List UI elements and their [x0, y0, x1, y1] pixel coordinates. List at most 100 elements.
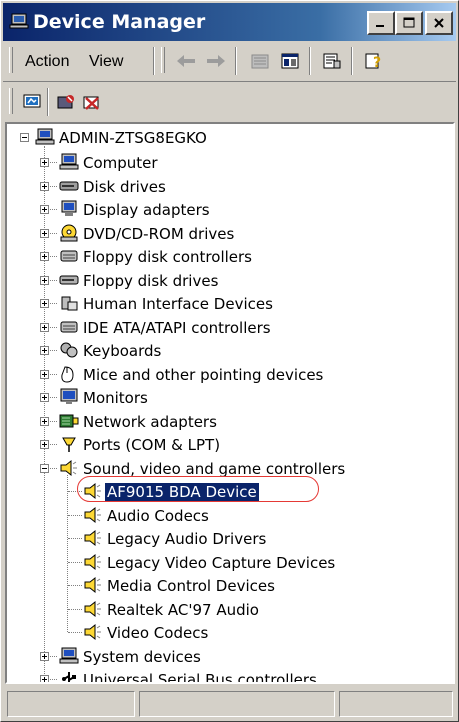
display-adapter-icon — [61, 200, 77, 216]
close-button[interactable] — [425, 11, 453, 35]
category-label[interactable]: Monitors — [83, 389, 148, 407]
device-label[interactable]: Video Codecs — [107, 624, 208, 642]
category-label[interactable]: System devices — [83, 648, 201, 666]
root-collapse-toggle[interactable] — [20, 133, 29, 142]
dvd-drive-icon — [60, 224, 78, 242]
computer-icon — [59, 153, 79, 170]
toolbar-grip[interactable] — [9, 47, 13, 73]
expand-toggle[interactable] — [40, 346, 49, 355]
expand-toggle[interactable] — [40, 323, 49, 332]
expand-toggle[interactable] — [40, 417, 49, 426]
folder-tree-icon — [251, 54, 269, 69]
action-toolbar — [3, 81, 456, 122]
properties-button[interactable] — [321, 51, 343, 71]
menu-view[interactable]: View — [89, 53, 123, 71]
back-button[interactable] — [175, 51, 197, 71]
tree-connector — [68, 562, 82, 563]
minimize-icon — [376, 25, 384, 27]
network-adapter-icon — [59, 414, 79, 428]
tree-root-label[interactable]: ADMIN-ZTSG8EGKO — [59, 129, 207, 147]
category-label[interactable]: Network adapters — [83, 413, 217, 431]
help-button[interactable]: ? — [363, 51, 385, 71]
maximize-button[interactable] — [395, 11, 423, 35]
expand-toggle[interactable] — [40, 276, 49, 285]
console-tree-icon — [281, 53, 299, 69]
menu-toolbar: Action View ? — [3, 41, 456, 81]
category-label[interactable]: Universal Serial Bus controllers — [83, 671, 317, 682]
expand-toggle[interactable] — [40, 205, 49, 214]
sound-device-icon — [84, 600, 101, 618]
device-label[interactable]: Audio Codecs — [107, 507, 209, 525]
category-label[interactable]: Disk drives — [83, 178, 166, 196]
category-label[interactable]: Keyboards — [83, 342, 161, 360]
category-label[interactable]: Floppy disk drives — [83, 272, 218, 290]
device-label[interactable]: Media Control Devices — [107, 577, 275, 595]
expand-toggle[interactable] — [40, 229, 49, 238]
status-bar — [3, 687, 456, 721]
expand-toggle[interactable] — [40, 675, 49, 682]
device-label[interactable]: Realtek AC'97 Audio — [107, 601, 259, 619]
computer-root-icon — [35, 128, 55, 145]
maximize-icon — [403, 17, 415, 28]
highlight-ring — [77, 476, 319, 502]
sound-device-icon — [84, 576, 101, 594]
category-label[interactable]: Computer — [83, 154, 158, 172]
toolbar-grip-2[interactable] — [161, 47, 165, 73]
expand-toggle[interactable] — [40, 370, 49, 379]
category-label[interactable]: Ports (COM & LPT) — [83, 436, 220, 454]
window-title: Device Manager — [33, 11, 206, 33]
tree-connector — [68, 538, 82, 539]
scan-hardware-icon — [23, 94, 41, 108]
hid-icon — [61, 296, 78, 311]
device-label[interactable]: Legacy Video Capture Devices — [107, 554, 335, 572]
expand-toggle[interactable] — [40, 440, 49, 449]
tree-connector — [68, 585, 82, 586]
expand-toggle[interactable] — [40, 652, 49, 661]
sound-icon — [60, 459, 77, 477]
expand-toggle[interactable] — [40, 393, 49, 402]
tree-connector — [68, 515, 82, 516]
sound-device-icon — [84, 529, 101, 547]
status-pane-2 — [139, 691, 335, 717]
menu-action[interactable]: Action — [25, 53, 69, 71]
disk-drive-icon — [59, 181, 79, 191]
uninstall-icon — [83, 96, 99, 110]
back-arrow-icon — [177, 55, 195, 67]
expand-toggle[interactable] — [40, 299, 49, 308]
expand-toggle[interactable] — [40, 252, 49, 261]
expand-toggle[interactable] — [40, 158, 49, 167]
category-label[interactable]: Display adapters — [83, 201, 210, 219]
toolbar-separator-5 — [47, 88, 49, 116]
title-bar[interactable]: Device Manager — [3, 3, 456, 41]
expand-toggle[interactable] — [40, 464, 49, 473]
keyboard-icon — [60, 342, 78, 358]
toolbar-grip-3[interactable] — [9, 88, 13, 114]
category-label[interactable]: IDE ATA/ATAPI controllers — [83, 319, 271, 337]
toolbar-separator-2 — [235, 47, 237, 75]
disable-device-button[interactable] — [55, 92, 77, 112]
category-label[interactable]: DVD/CD-ROM drives — [83, 225, 234, 243]
menu-action-label: Action — [25, 53, 70, 70]
properties-icon — [323, 53, 341, 69]
forward-button[interactable] — [205, 51, 227, 71]
port-icon — [62, 437, 76, 452]
scan-hardware-button[interactable] — [21, 92, 43, 112]
status-pane-3 — [339, 691, 453, 717]
category-label[interactable]: Mice and other pointing devices — [83, 366, 323, 384]
status-pane-1 — [7, 691, 135, 717]
up-one-level-button[interactable] — [249, 51, 271, 71]
expand-toggle[interactable] — [40, 182, 49, 191]
sound-device-icon — [84, 623, 101, 641]
category-label[interactable]: Human Interface Devices — [83, 295, 273, 313]
minimize-button[interactable] — [367, 11, 395, 35]
category-label[interactable]: Floppy disk controllers — [83, 248, 252, 266]
show-hide-tree-button[interactable] — [279, 51, 301, 71]
disable-device-icon — [57, 95, 74, 109]
device-label[interactable]: Legacy Audio Drivers — [107, 530, 266, 548]
uninstall-button[interactable] — [81, 92, 103, 112]
close-icon — [434, 18, 444, 28]
monitor-icon — [60, 388, 78, 404]
usb-icon — [62, 672, 76, 682]
menu-view-label: View — [89, 53, 124, 70]
device-tree[interactable]: ADMIN-ZTSG8EGKO Computer Disk drives Displ… — [5, 122, 455, 684]
